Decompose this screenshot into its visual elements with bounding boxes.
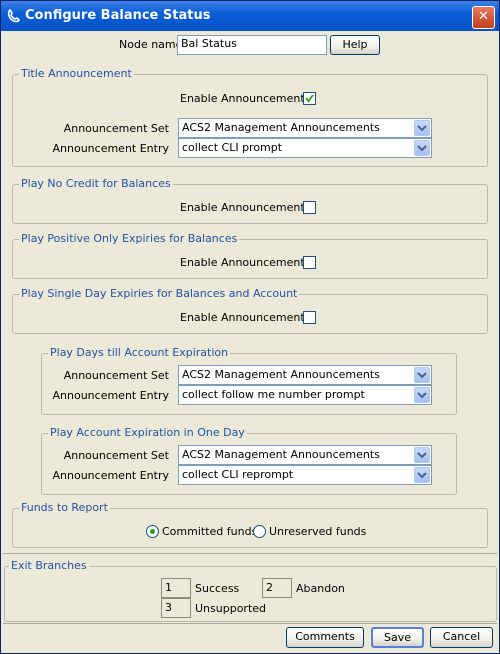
one-day-entry-label: Announcement Entry xyxy=(52,469,170,482)
window-title: Configure Balance Status xyxy=(25,8,211,23)
single-day-heading: Play Single Day Expiries for Balances an… xyxy=(19,287,300,300)
branch-number: 3 xyxy=(161,598,191,618)
unreserved-funds-radio[interactable] xyxy=(253,525,266,538)
title-entry-select[interactable]: collect CLI prompt xyxy=(178,138,432,158)
separator xyxy=(3,553,497,554)
days-till-entry-label: Announcement Entry xyxy=(52,389,170,402)
branch-label: Abandon xyxy=(296,582,345,595)
help-button[interactable]: Help xyxy=(330,35,380,55)
no-credit-enable-checkbox[interactable] xyxy=(303,201,316,214)
one-day-entry-select[interactable]: collect CLI reprompt xyxy=(178,465,432,485)
one-day-set-select[interactable]: ACS2 Management Announcements xyxy=(178,445,432,465)
days-till-entry-select[interactable]: collect follow me number prompt xyxy=(178,385,432,405)
single-day-enable-checkbox[interactable] xyxy=(303,311,316,324)
dialog-window: Configure Balance Status ✕ Node name Bal… xyxy=(0,0,500,654)
close-button[interactable]: ✕ xyxy=(472,6,495,29)
funds-heading: Funds to Report xyxy=(19,501,110,514)
days-till-set-label: Announcement Set xyxy=(63,369,169,382)
no-credit-heading: Play No Credit for Balances xyxy=(19,177,173,190)
title-enable-label: Enable Announcement xyxy=(180,92,305,105)
positive-expiries-enable-label: Enable Announcement xyxy=(180,256,305,269)
title-enable-checkbox[interactable] xyxy=(303,92,316,105)
exit-branches-heading: Exit Branches xyxy=(9,559,89,572)
branch-label: Unsupported xyxy=(195,602,267,615)
branch-number: 1 xyxy=(161,578,191,598)
positive-expiries-enable-checkbox[interactable] xyxy=(303,256,316,269)
title-announcement-heading: Title Announcement xyxy=(19,67,134,80)
close-icon: ✕ xyxy=(478,9,489,24)
committed-funds-label[interactable]: Committed funds xyxy=(162,525,257,538)
positive-expiries-heading: Play Positive Only Expiries for Balances xyxy=(19,232,240,245)
chevron-down-icon[interactable] xyxy=(414,140,430,156)
footer-separator xyxy=(3,623,497,624)
chevron-down-icon[interactable] xyxy=(414,387,430,403)
node-name-input[interactable]: Bal Status xyxy=(177,35,327,55)
days-till-heading: Play Days till Account Expiration xyxy=(48,346,231,359)
unreserved-funds-label[interactable]: Unreserved funds xyxy=(269,525,366,538)
chevron-down-icon[interactable] xyxy=(414,120,430,136)
title-set-label: Announcement Set xyxy=(63,122,169,135)
title-bar[interactable]: Configure Balance Status ✕ xyxy=(1,1,499,31)
phone-icon xyxy=(7,8,21,23)
branch-number: 2 xyxy=(262,578,292,598)
title-set-select[interactable]: ACS2 Management Announcements xyxy=(178,118,432,138)
save-button[interactable]: Save xyxy=(371,627,424,648)
one-day-set-label: Announcement Set xyxy=(63,449,169,462)
single-day-enable-label: Enable Announcement xyxy=(180,311,305,324)
branch-label: Success xyxy=(195,582,240,595)
checkmark-icon xyxy=(305,94,314,103)
chevron-down-icon[interactable] xyxy=(414,367,430,383)
cancel-button[interactable]: Cancel xyxy=(430,627,493,648)
committed-funds-radio[interactable] xyxy=(146,525,159,538)
title-entry-label: Announcement Entry xyxy=(52,142,170,155)
chevron-down-icon[interactable] xyxy=(414,447,430,463)
node-name-label: Node name xyxy=(119,38,183,51)
comments-button[interactable]: Comments xyxy=(286,627,364,648)
chevron-down-icon[interactable] xyxy=(414,467,430,483)
no-credit-enable-label: Enable Announcement xyxy=(180,201,305,214)
days-till-set-select[interactable]: ACS2 Management Announcements xyxy=(178,365,432,385)
one-day-heading: Play Account Expiration in One Day xyxy=(48,426,247,439)
